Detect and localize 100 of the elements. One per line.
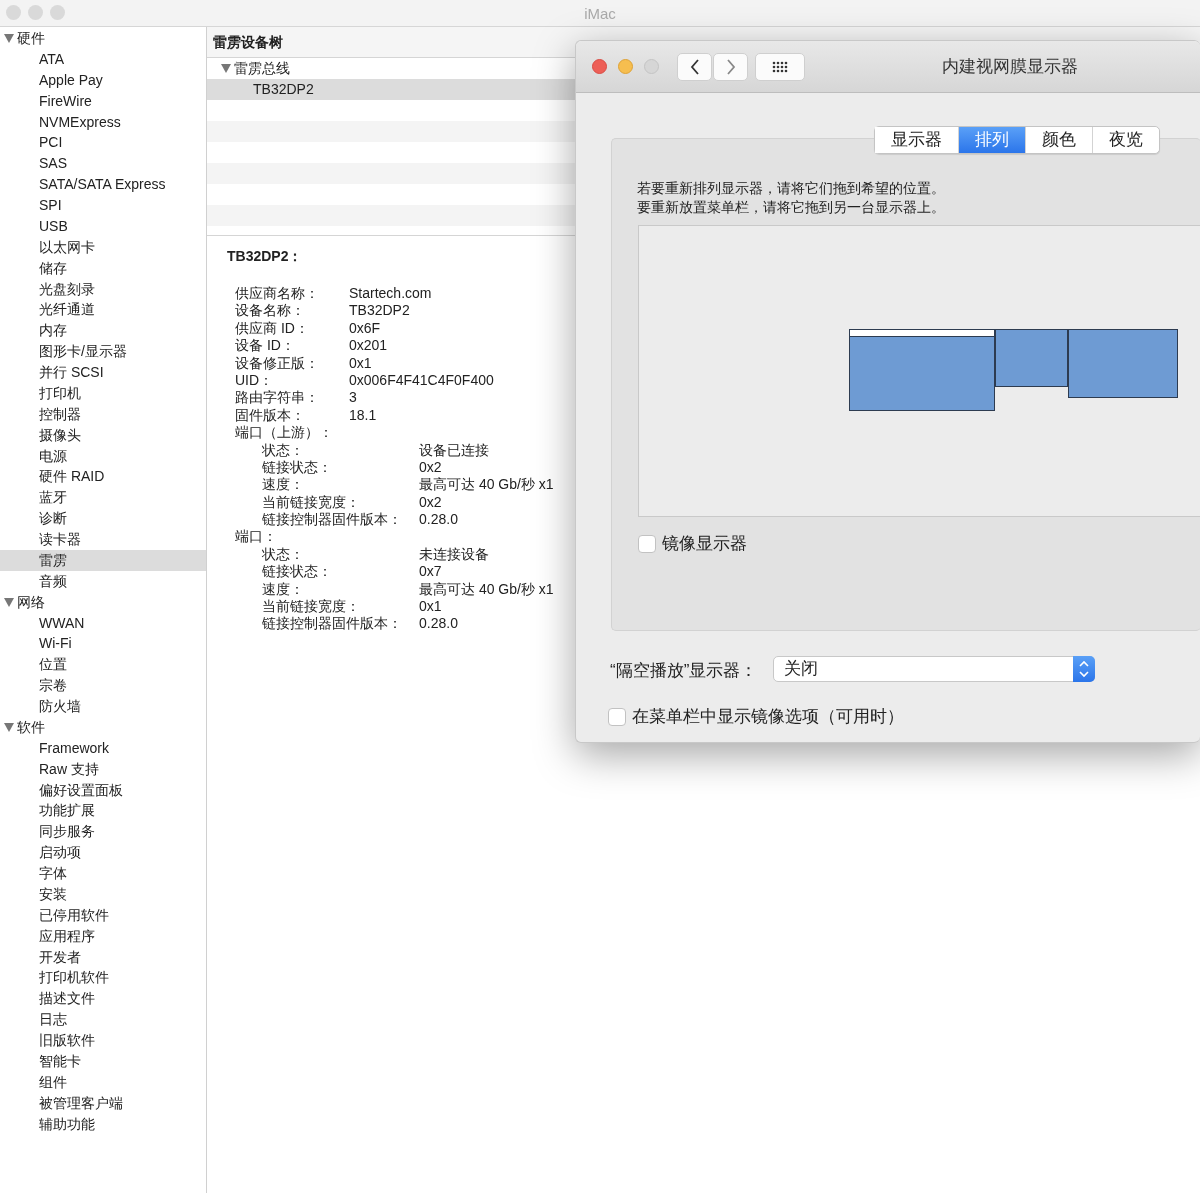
property-label: 当前链接宽度： [262, 598, 361, 616]
sidebar-item[interactable]: 并行 SCSI [0, 362, 206, 383]
sidebar-item[interactable]: 应用程序 [0, 925, 206, 947]
sidebar-item[interactable]: 蓝牙 [0, 487, 206, 509]
sidebar-item[interactable]: 安装 [0, 883, 206, 905]
property-value: 0x1 [349, 354, 372, 372]
sidebar-item[interactable]: 防火墙 [0, 696, 206, 717]
property-label: 供应商名称： [235, 285, 320, 303]
show-all-button[interactable] [755, 52, 805, 81]
sidebar-item[interactable]: 启动项 [0, 842, 206, 863]
sidebar-item[interactable]: 字体 [0, 863, 206, 884]
disclosure-triangle-icon[interactable] [4, 722, 14, 732]
sidebar-item[interactable]: Framework [0, 737, 206, 759]
category-label[interactable]: 硬件 [17, 28, 45, 49]
sidebar-item[interactable]: 开发者 [0, 946, 206, 968]
sidebar-item[interactable]: 打印机软件 [0, 967, 206, 989]
display-thumbnail[interactable] [849, 329, 995, 411]
sidebar-item[interactable]: SPI [0, 195, 206, 216]
back-button[interactable] [677, 52, 712, 81]
property-label: 供应商 ID： [235, 319, 310, 338]
chevron-right-icon [725, 58, 736, 75]
sidebar-item[interactable]: SATA/SATA Express [0, 174, 206, 195]
tree-header: 雷雳设备树 [213, 34, 283, 50]
tab[interactable]: 显示器 [875, 127, 959, 153]
sidebar-item[interactable]: ATA [0, 48, 206, 70]
property-value: 0.28.0 [419, 511, 458, 529]
property-label: 链接控制器固件版本： [262, 615, 403, 633]
property-value: 3 [349, 389, 357, 407]
disclosure-triangle-icon[interactable] [4, 597, 14, 607]
sidebar-item[interactable]: 组件 [0, 1071, 206, 1093]
property-value: Startech.com [349, 285, 432, 303]
property-label: 速度： [262, 580, 305, 599]
disclosure-triangle-icon[interactable] [221, 64, 231, 73]
property-value: 0x1 [419, 598, 442, 616]
sidebar-item[interactable]: 偏好设置面板 [0, 779, 206, 801]
sidebar-item[interactable]: 功能扩展 [0, 800, 206, 822]
sidebar-item[interactable]: 诊断 [0, 508, 206, 529]
sidebar-item[interactable]: 辅助功能 [0, 1113, 206, 1135]
sidebar-item[interactable]: 光纤通道 [0, 299, 206, 321]
sidebar-item[interactable]: 硬件 RAID [0, 466, 206, 488]
sidebar-item[interactable]: SAS [0, 153, 206, 175]
sidebar-item[interactable]: 打印机 [0, 382, 206, 404]
sidebar-item[interactable]: 日志 [0, 1009, 206, 1030]
sidebar-item[interactable]: PCI [0, 132, 206, 154]
property-label: 设备修正版： [235, 354, 320, 372]
sidebar-item[interactable]: NVMExpress [0, 111, 206, 133]
sidebar-item[interactable]: 描述文件 [0, 988, 206, 1010]
sidebar-item[interactable]: Apple Pay [0, 69, 206, 91]
sidebar-item[interactable]: 宗卷 [0, 675, 206, 696]
checkbox-label: 在菜单栏中显示镜像选项（可用时） [632, 706, 904, 728]
checkbox[interactable] [608, 707, 626, 726]
up-down-arrows-icon [1073, 656, 1095, 682]
property-value: 0x006F4F41C4F0F400 [349, 371, 494, 390]
property-label: 端口： [235, 528, 278, 546]
sidebar-item[interactable]: 智能卡 [0, 1050, 206, 1072]
sidebar-item[interactable]: Raw 支持 [0, 758, 206, 780]
sidebar-item[interactable]: 同步服务 [0, 821, 206, 843]
property-value: 0x2 [419, 493, 442, 512]
sidebar-item[interactable]: 读卡器 [0, 529, 206, 550]
airplay-label: “隔空播放”显示器： [610, 660, 758, 682]
tab[interactable]: 夜览 [1093, 127, 1159, 153]
disclosure-triangle-icon[interactable] [4, 33, 14, 43]
property-label: UID： [235, 371, 275, 390]
property-value: TB32DP2 [349, 302, 410, 320]
property-value: 最高可达 40 Gb/秒 x1 [419, 580, 554, 599]
sidebar-item[interactable]: 已停用软件 [0, 904, 206, 926]
category-label[interactable]: 软件 [17, 716, 45, 738]
sidebar-item[interactable]: Wi-Fi [0, 633, 206, 655]
sidebar-item[interactable]: USB [0, 215, 206, 237]
sidebar-item[interactable]: 雷雳 [0, 549, 206, 571]
sidebar-item[interactable]: 位置 [0, 654, 206, 676]
sidebar-item[interactable]: 摄像头 [0, 424, 206, 446]
airplay-popup[interactable]: 关闭 [773, 656, 1095, 682]
sidebar-item[interactable]: 控制器 [0, 403, 206, 425]
chevron-left-icon [689, 58, 700, 75]
sidebar-item[interactable]: 以太网卡 [0, 236, 206, 258]
sidebar-item[interactable]: WWAN [0, 612, 206, 634]
property-value: 设备已连接 [419, 441, 489, 459]
property-value: 18.1 [349, 406, 377, 425]
display-thumbnail[interactable] [995, 329, 1068, 387]
sidebar-item[interactable]: 储存 [0, 257, 206, 279]
tab[interactable]: 颜色 [1026, 127, 1093, 153]
sidebar-item[interactable]: 光盘刻录 [0, 278, 206, 300]
tree-item[interactable]: 雷雳总线 [234, 58, 290, 79]
sidebar-item[interactable]: 电源 [0, 445, 206, 467]
checkbox[interactable] [638, 534, 656, 553]
sidebar-item[interactable]: 图形卡/显示器 [0, 341, 206, 362]
sidebar-item[interactable]: 被管理客户端 [0, 1092, 206, 1114]
property-label: 状态： [262, 441, 305, 459]
close-button[interactable] [592, 59, 607, 74]
property-label: 链接控制器固件版本： [262, 511, 403, 529]
sidebar-item[interactable]: 旧版软件 [0, 1030, 206, 1051]
property-value: 0x201 [349, 337, 388, 355]
sidebar-item[interactable]: FireWire [0, 90, 206, 112]
sidebar-item[interactable]: 内存 [0, 320, 206, 342]
property-label: 端口（上游）： [235, 424, 334, 442]
display-thumbnail[interactable] [1068, 329, 1178, 398]
detail-title: TB32DP2： [227, 247, 304, 266]
sidebar-item[interactable]: 音频 [0, 570, 206, 592]
category-label[interactable]: 网络 [17, 591, 45, 613]
